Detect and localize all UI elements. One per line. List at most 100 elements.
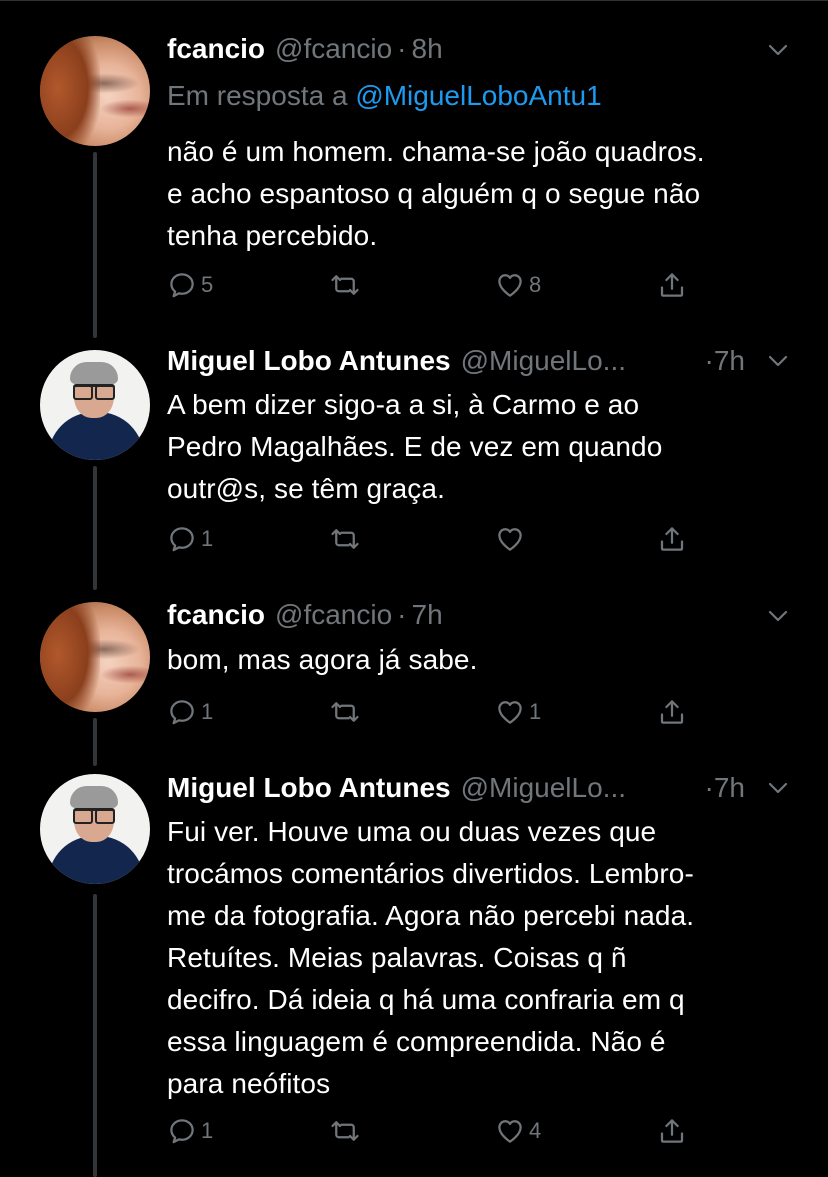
user-handle[interactable]: @MiguelLo... (461, 345, 626, 377)
reply-button[interactable]: 5 (167, 270, 213, 300)
like-icon (498, 528, 522, 551)
avatar-shirt (48, 412, 144, 460)
retweet-icon (331, 529, 359, 549)
tweet-header: fcancio @fcancio · 8h (167, 30, 767, 68)
share-icon (660, 527, 684, 551)
retweet-button[interactable] (330, 1116, 364, 1146)
retweet-icon (331, 1121, 359, 1141)
share-button[interactable] (657, 270, 687, 300)
text-line: Retuítes. Meias palavras. Coisas q ñ (167, 942, 627, 973)
tweet-actions: 1 (167, 524, 707, 558)
text-line: e acho espantoso q alguém q o segue não (167, 178, 701, 209)
tweet[interactable]: Miguel Lobo Antunes @MiguelLo... ·7h A b… (0, 340, 828, 590)
avatar-glasses (73, 384, 115, 400)
tweet-text: bom, mas agora já sabe. (167, 639, 797, 681)
timestamp[interactable]: ·7h (705, 345, 745, 377)
like-count: 4 (529, 1118, 542, 1143)
separator-dot: · (704, 772, 714, 803)
text-line: Fui ver. Houve uma ou duas vezes que (167, 816, 657, 847)
caret-down-icon[interactable] (766, 349, 790, 373)
timestamp-value: 7h (713, 345, 745, 376)
caret-down-icon[interactable] (766, 604, 790, 628)
text-line: A bem dizer sigo-a a si, à Carmo e ao (167, 389, 640, 420)
text-line: outr@s, se têm graça. (167, 473, 445, 504)
reply-button[interactable]: 1 (167, 1116, 213, 1146)
reply-count: 1 (201, 699, 214, 724)
display-name[interactable]: fcancio (167, 33, 265, 65)
tweet-text: A bem dizer sigo-a a si, à Carmo e ao Pe… (167, 384, 797, 510)
text-line: bom, mas agora já sabe. (167, 644, 478, 675)
text-line: decifro. Dá ideia q há uma confraria em … (167, 984, 685, 1015)
avatar[interactable] (40, 350, 150, 460)
like-button[interactable]: 4 (495, 1116, 541, 1146)
separator-dot: · (704, 345, 714, 376)
reply-icon (170, 700, 194, 725)
tweet[interactable]: Miguel Lobo Antunes @MiguelLo... ·7h Fui… (0, 766, 828, 1177)
reply-count: 5 (201, 272, 214, 297)
tweet[interactable]: fcancio @fcancio · 8h Em resposta a @Mig… (0, 0, 828, 340)
display-name[interactable]: Miguel Lobo Antunes (167, 345, 451, 377)
reply-button[interactable]: 1 (167, 697, 213, 727)
share-icon (660, 273, 684, 297)
tweet-text: Fui ver. Houve uma ou duas vezes que tro… (167, 811, 797, 1105)
user-handle[interactable]: @fcancio (275, 33, 392, 65)
retweet-icon (331, 702, 359, 722)
share-button[interactable] (657, 1116, 687, 1146)
separator-dot: · (397, 33, 407, 64)
timestamp[interactable]: ·7h (705, 772, 745, 804)
text-line: tenha percebido. (167, 220, 378, 251)
text-line: essa linguagem é compreendida. Não é (167, 1026, 666, 1057)
share-icon (660, 700, 684, 724)
reply-button[interactable]: 1 (167, 524, 213, 554)
timestamp[interactable]: 7h (412, 599, 443, 631)
text-line: para neófitos (167, 1068, 331, 1099)
tweet-actions: 1 4 (167, 1116, 707, 1150)
reply-context: Em resposta a @MiguelLoboAntu1 (167, 80, 602, 112)
reply-icon (170, 273, 194, 298)
like-icon (498, 701, 522, 724)
retweet-icon (331, 275, 359, 295)
reply-icon (170, 527, 194, 552)
like-icon (498, 1120, 522, 1143)
reply-prefix: Em resposta a (167, 80, 348, 111)
text-line: me da fotografia. Agora não percebi nada… (167, 900, 695, 931)
avatar-glasses (73, 808, 115, 824)
tweet-header: Miguel Lobo Antunes @MiguelLo... ·7h (167, 342, 767, 380)
retweet-button[interactable] (330, 524, 364, 554)
avatar[interactable] (40, 36, 150, 146)
avatar[interactable] (40, 602, 150, 712)
like-button[interactable]: 8 (495, 270, 541, 300)
reply-mention-link[interactable]: @MiguelLoboAntu1 (355, 80, 601, 111)
user-handle[interactable]: @MiguelLo... (461, 772, 626, 804)
avatar[interactable] (40, 774, 150, 884)
tweet-header: Miguel Lobo Antunes @MiguelLo... ·7h (167, 769, 767, 807)
like-icon (498, 274, 522, 297)
avatar-hair (70, 362, 118, 384)
share-icon (660, 1119, 684, 1143)
tweet-actions: 5 8 (167, 270, 707, 304)
reply-icon (170, 1119, 194, 1144)
text-line: Pedro Magalhães. E de vez em quando (167, 431, 663, 462)
tweet-header: fcancio @fcancio · 7h (167, 596, 767, 634)
share-button[interactable] (657, 697, 687, 727)
share-button[interactable] (657, 524, 687, 554)
reply-count: 1 (201, 1118, 214, 1143)
timestamp[interactable]: 8h (412, 33, 443, 65)
like-button[interactable] (495, 524, 529, 554)
tweet[interactable]: fcancio @fcancio · 7h bom, mas agora já … (0, 590, 828, 766)
text-line: trocámos comentários divertidos. Lembro- (167, 858, 694, 889)
avatar-hair (70, 786, 118, 808)
display-name[interactable]: fcancio (167, 599, 265, 631)
timestamp-value: 7h (713, 772, 745, 803)
avatar-shirt (48, 836, 144, 884)
display-name[interactable]: Miguel Lobo Antunes (167, 772, 451, 804)
user-handle[interactable]: @fcancio (275, 599, 392, 631)
retweet-button[interactable] (330, 270, 364, 300)
caret-down-icon[interactable] (766, 38, 790, 62)
retweet-button[interactable] (330, 697, 364, 727)
tweet-actions: 1 1 (167, 697, 707, 731)
caret-down-icon[interactable] (766, 776, 790, 800)
reply-count: 1 (201, 526, 214, 551)
separator-dot: · (397, 599, 407, 630)
like-button[interactable]: 1 (495, 697, 541, 727)
